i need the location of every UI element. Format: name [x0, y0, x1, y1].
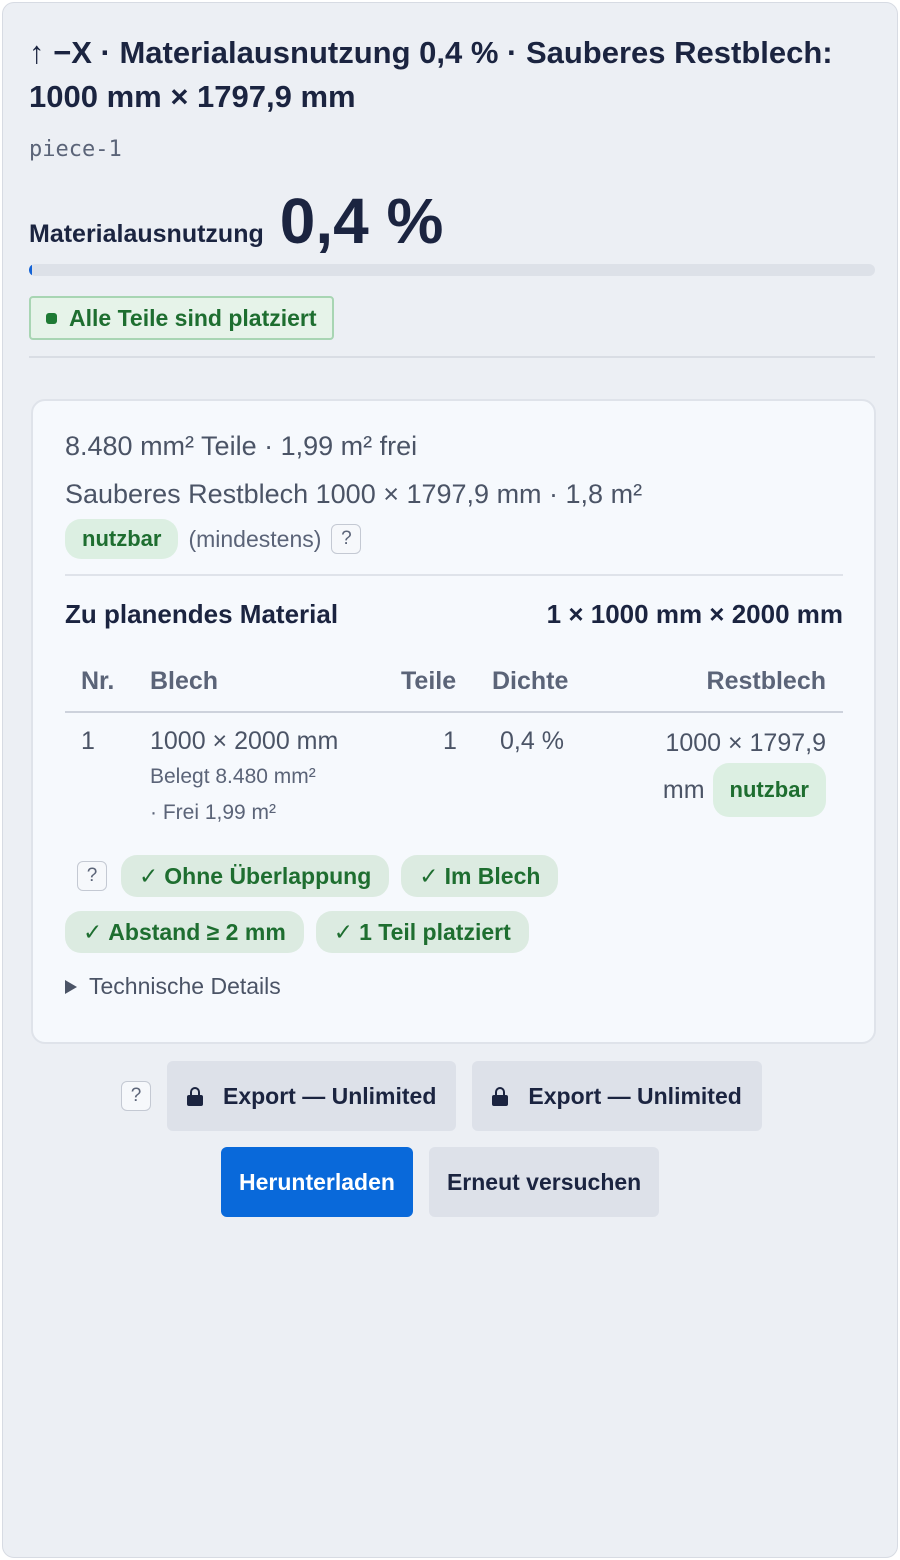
check-label: 1 Teil platziert	[359, 918, 511, 945]
checks-row-2: ✓ Abstand ≥ 2 mm ✓ 1 Teil platziert	[65, 911, 529, 953]
result-panel: ↑ −X · Materialausnutzung 0,4 % · Sauber…	[2, 2, 898, 1558]
check-label: Ohne Überlappung	[164, 862, 372, 889]
material-row: Zu planendes Material 1 × 1000 mm × 2000…	[65, 599, 843, 630]
material-label: Zu planendes Material	[65, 599, 339, 629]
export-help-button[interactable]: ?	[121, 1081, 151, 1111]
export-button-label: Export — Unlimited	[528, 1082, 742, 1109]
cell-parts: 1	[443, 727, 457, 755]
cell-remnant-size: 1000 × 1797,9	[665, 729, 826, 757]
check-icon: ✓	[333, 918, 354, 945]
checks-help-button[interactable]: ?	[77, 861, 107, 891]
table-header-divider	[65, 711, 843, 713]
usable-tag: nutzbar	[65, 519, 179, 559]
status-badge: Alle Teile sind platziert	[29, 296, 334, 340]
export-button-label: Export — Unlimited	[223, 1082, 437, 1109]
check-label: Im Blech	[444, 862, 541, 889]
column-header-nr: Nr.	[81, 667, 115, 695]
column-header-parts: Teile	[401, 667, 457, 695]
cell-free: · Frei 1,99 m²	[150, 801, 277, 824]
export-button[interactable]: Export — Unlimited	[167, 1061, 457, 1131]
status-dot-icon	[46, 312, 57, 324]
export-row: ? Export — Unlimited Export — Unlimited	[121, 1061, 762, 1131]
divider	[29, 356, 875, 358]
piece-id: piece-1	[29, 137, 122, 162]
cell-occupied: Belegt 8.480 mm²	[150, 765, 316, 788]
column-header-remnant: Restblech	[706, 667, 826, 695]
cell-density: 0,4 %	[500, 727, 564, 755]
utilization-label: Materialausnutzung	[29, 220, 264, 248]
column-header-sheet: Blech	[150, 667, 219, 695]
technical-details-toggle[interactable]: Technische Details	[65, 973, 281, 1000]
technical-details-label: Technische Details	[89, 973, 281, 999]
usable-qualifier: (mindestens)	[188, 525, 322, 552]
cell-nr: 1	[81, 727, 95, 755]
cell-remnant-unit: mm	[662, 776, 705, 804]
parts-free-summary: 8.480 mm² Teile · 1,99 m² frei	[65, 431, 418, 461]
lock-icon	[492, 1087, 509, 1106]
export-button[interactable]: Export — Unlimited	[472, 1061, 762, 1131]
cell-remnant: 1000 × 1797,9 mm nutzbar	[663, 723, 826, 817]
check-icon: ✓	[83, 918, 103, 945]
download-button[interactable]: Herunterladen	[221, 1147, 413, 1217]
utilization-progress-bar	[29, 264, 875, 276]
remnant-help-button[interactable]: ?	[331, 524, 362, 554]
remnant-usable-row: nutzbar (mindestens) ?	[65, 519, 362, 559]
retry-button[interactable]: Erneut versuchen	[428, 1147, 660, 1217]
check-icon: ✓	[419, 862, 439, 889]
result-card: 8.480 mm² Teile · 1,99 m² frei Sauberes …	[31, 399, 876, 1044]
utilization-progress-fill	[29, 264, 33, 276]
lock-icon	[187, 1087, 203, 1106]
material-value: 1 × 1000 mm × 2000 mm	[546, 599, 843, 629]
check-label: Abstand ≥ 2 mm	[108, 918, 286, 945]
check-icon: ✓	[139, 862, 159, 889]
check-badge: ✓ 1 Teil platziert	[315, 911, 529, 953]
divider	[65, 574, 843, 576]
check-badge: ✓ Ohne Überlappung	[121, 855, 390, 897]
utilization-value: 0,4 %	[279, 185, 444, 257]
check-badge: ✓ Im Blech	[401, 855, 559, 897]
cell-sheet: 1000 × 2000 mm	[150, 727, 339, 755]
utilization-row: Materialausnutzung 0,4 %	[29, 185, 443, 257]
action-row: Herunterladen Erneut versuchen	[221, 1147, 660, 1217]
check-badge: ✓ Abstand ≥ 2 mm	[65, 911, 304, 953]
checks-row-1: ? ✓ Ohne Überlappung ✓ Im Blech	[77, 855, 559, 897]
status-label: Alle Teile sind platziert	[69, 304, 317, 331]
page-title: ↑ −X · Materialausnutzung 0,4 % · Sauber…	[29, 35, 833, 114]
remnant-summary: Sauberes Restblech 1000 × 1797,9 mm · 1,…	[65, 479, 643, 509]
remnant-usable-tag: nutzbar	[712, 763, 826, 817]
column-header-density: Dichte	[492, 667, 569, 695]
triangle-right-icon	[65, 979, 77, 994]
